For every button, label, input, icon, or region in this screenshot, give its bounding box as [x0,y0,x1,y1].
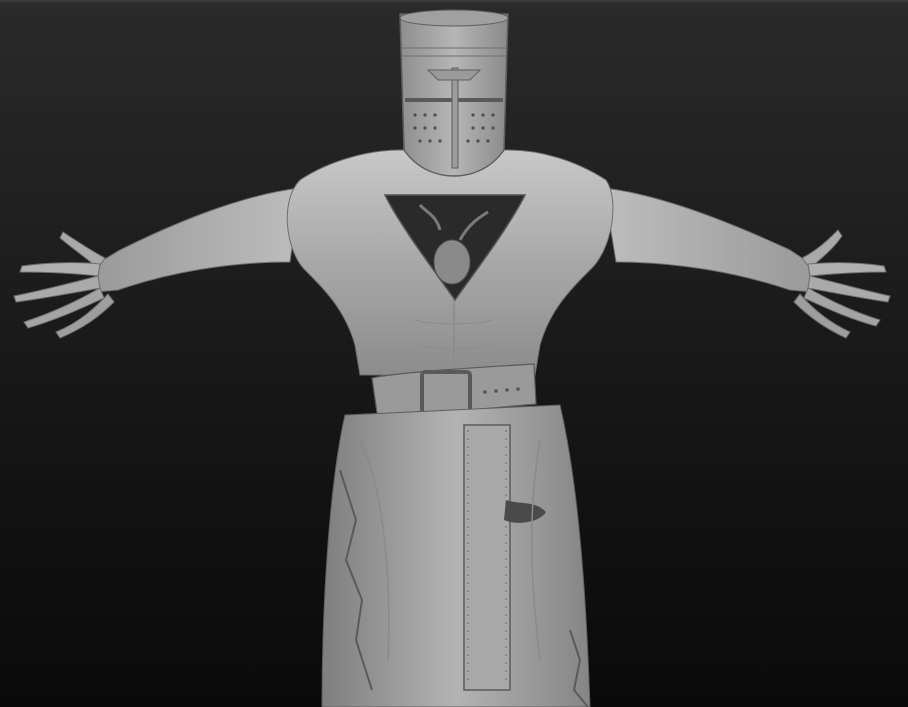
center-tabard-flap [463,424,511,691]
torso [286,149,614,376]
right-arm [603,187,891,339]
great-helm [399,9,509,177]
knight-sculpt-model [13,9,891,707]
sculpt-viewport[interactable] [0,0,908,707]
heart-detail [433,239,471,285]
left-arm [13,187,301,339]
pants [321,404,591,707]
